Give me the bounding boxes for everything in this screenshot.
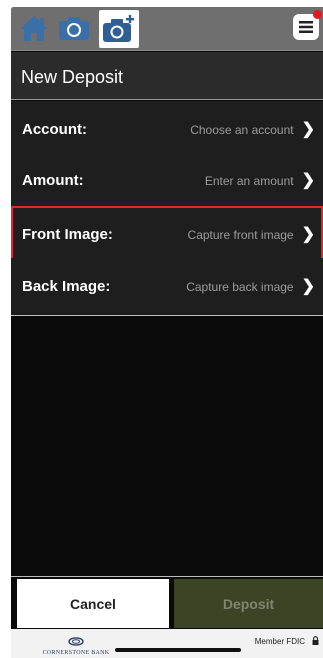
action-bar: Cancel Deposit <box>11 576 323 629</box>
notification-dot <box>313 10 322 19</box>
camera-icon[interactable] <box>57 11 91 45</box>
deposit-camera-icon[interactable] <box>99 10 139 48</box>
amount-row[interactable]: Amount: Enter an amount ❯ <box>11 152 323 210</box>
back-image-hint: Capture back image <box>186 279 294 294</box>
chevron-right-icon: ❯ <box>301 171 315 189</box>
app-frame: New Deposit Account: Choose an account ❯… <box>11 7 323 658</box>
account-label: Account: <box>22 121 87 138</box>
front-image-row[interactable]: Front Image: Capture front image ❯ <box>11 206 323 264</box>
member-fdic-text: Member FDIC <box>254 637 305 646</box>
title-bar: New Deposit <box>11 52 323 100</box>
top-nav-bar <box>11 7 323 51</box>
bank-logo: CORNERSTONE BANK <box>31 633 121 656</box>
back-image-label: Back Image: <box>22 278 111 295</box>
chevron-right-icon: ❯ <box>301 225 315 243</box>
bank-name: CORNERSTONE BANK <box>42 650 110 656</box>
deposit-button[interactable]: Deposit <box>174 579 323 628</box>
back-image-row[interactable]: Back Image: Capture back image ❯ <box>11 258 323 316</box>
account-hint: Choose an account <box>190 122 294 137</box>
footer: CORNERSTONE BANK Member FDIC <box>11 629 323 658</box>
bank-logo-icon <box>68 637 84 646</box>
amount-hint: Enter an amount <box>204 173 294 188</box>
menu-button[interactable] <box>293 10 322 40</box>
menu-icon <box>299 21 313 33</box>
chevron-right-icon: ❯ <box>301 120 315 138</box>
account-row[interactable]: Account: Choose an account ❯ <box>11 101 323 159</box>
front-image-hint: Capture front image <box>187 227 294 242</box>
amount-label: Amount: <box>22 172 84 189</box>
chevron-right-icon: ❯ <box>301 277 315 295</box>
front-image-label: Front Image: <box>22 226 113 243</box>
home-indicator[interactable] <box>115 648 241 652</box>
lock-icon <box>312 636 319 645</box>
home-icon[interactable] <box>17 11 51 45</box>
page-title: New Deposit <box>21 67 124 87</box>
cancel-button[interactable]: Cancel <box>17 579 169 628</box>
